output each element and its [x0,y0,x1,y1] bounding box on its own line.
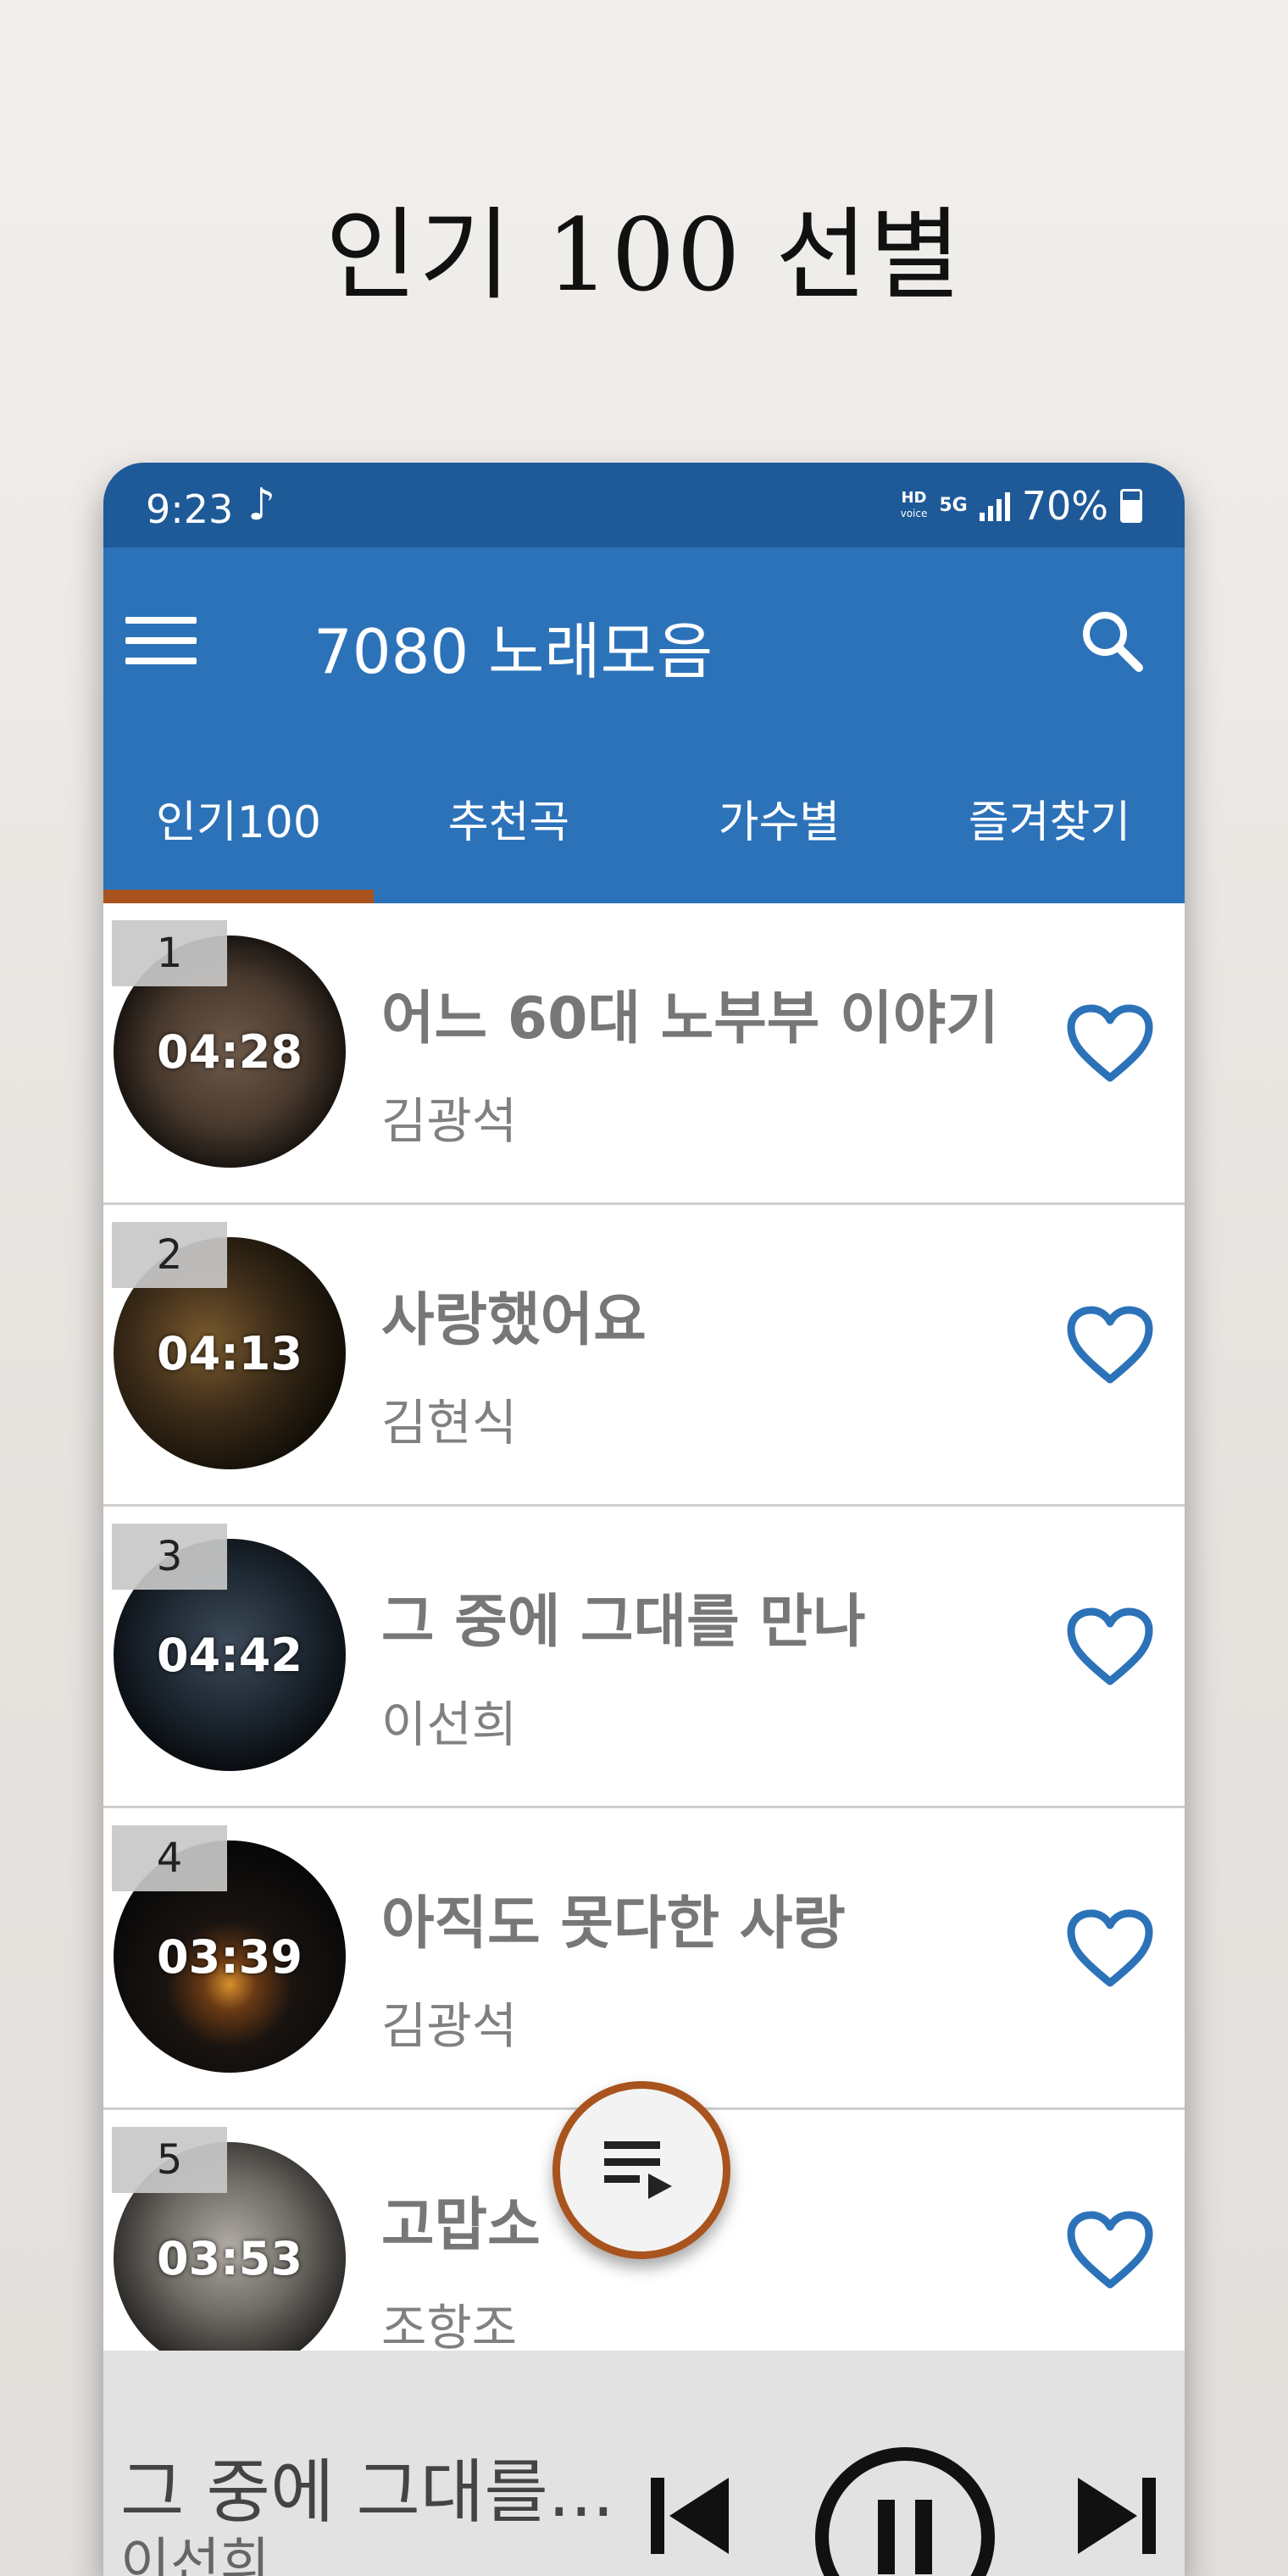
duration: 04:28 [157,1024,303,1079]
song-artist: 조항조 [381,2299,518,2357]
status-bar: 9:23 ♪ HD voice 5G 70% [103,463,1185,547]
rank-badge: 5 [112,2127,227,2193]
pause-icon[interactable] [812,2444,998,2576]
heart-outline-icon[interactable] [1066,1908,1154,1990]
song-row[interactable]: 04:42 3 그 중에 그대를 만나 이선희 [103,1507,1185,1808]
signal-icon [979,491,1010,521]
promo-headline: 인기 100 선별 [325,197,963,314]
hd-voice-icon: HD voice [900,489,928,520]
rank-badge: 4 [112,1825,227,1891]
song-artist: 김광석 [381,1092,518,1150]
playlist-button[interactable] [552,2081,730,2259]
song-artist: 이선희 [381,1696,518,1753]
next-icon[interactable] [1069,2469,1163,2562]
battery-percent: 70% [1021,483,1108,529]
song-row[interactable]: 04:28 1 어느 60대 노부부 이야기 김광석 [103,903,1185,1205]
tab-by-artist[interactable]: 가수별 [644,734,914,903]
mini-player[interactable]: 그 중에 그대를... 이선희 [103,2351,1185,2576]
playlist-icon [604,2141,672,2199]
song-artist: 김광석 [381,1997,518,2055]
music-note-icon: ♪ [247,480,276,530]
now-playing-artist: 이선희 [120,2533,270,2576]
rank-badge: 1 [112,920,227,986]
heart-outline-icon[interactable] [1066,2210,1154,2291]
rank-badge: 2 [112,1222,227,1288]
duration: 04:42 [157,1628,303,1682]
network-5g-icon: 5G [939,495,968,516]
heart-outline-icon[interactable] [1066,1305,1154,1386]
song-title: 아직도 못다한 사랑 [381,1890,846,1957]
phone-screen: 9:23 ♪ HD voice 5G 70% 7080 노래모음 인기100 추천… [103,463,1185,2576]
heart-outline-icon[interactable] [1066,1607,1154,1688]
status-time: 9:23 [146,486,234,532]
menu-icon[interactable] [125,617,197,668]
tab-recommended[interactable]: 추천곡 [374,734,644,903]
previous-icon[interactable] [644,2469,737,2562]
tab-bar: 인기100 추천곡 가수별 즐겨찾기 [103,734,1185,903]
battery-icon [1120,489,1142,523]
song-row[interactable]: 04:13 2 사랑했어요 김현식 [103,1205,1185,1507]
tab-popular[interactable]: 인기100 [103,734,374,903]
song-title: 그 중에 그대를 만나 [381,1589,866,1656]
song-title: 고맙소 [381,2192,541,2259]
duration: 04:13 [157,1326,303,1380]
status-indicators: HD voice 5G 70% [901,483,1142,529]
rank-badge: 3 [112,1524,227,1590]
app-bar: 7080 노래모음 인기100 추천곡 가수별 즐겨찾기 [103,547,1185,903]
song-row[interactable]: 03:39 4 아직도 못다한 사랑 김광석 [103,1808,1185,2110]
heart-outline-icon[interactable] [1066,1003,1154,1085]
song-artist: 김현식 [381,1394,518,1452]
song-title: 어느 60대 노부부 이야기 [381,985,999,1052]
search-icon[interactable] [1078,607,1146,675]
app-title: 7080 노래모음 [314,616,713,687]
duration: 03:39 [157,1929,303,1984]
duration: 03:53 [157,2231,303,2285]
song-title: 사랑했어요 [381,1287,647,1354]
tab-favorites[interactable]: 즐겨찾기 [914,734,1185,903]
